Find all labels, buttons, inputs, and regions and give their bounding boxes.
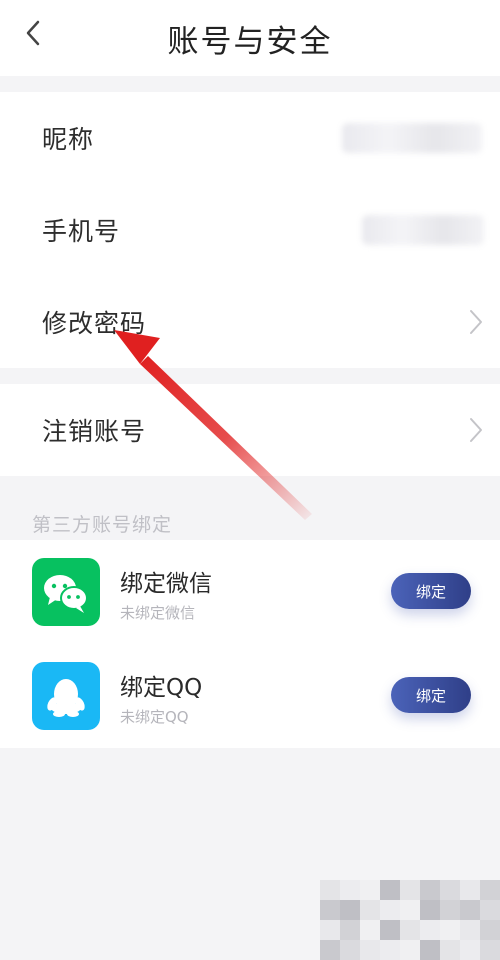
bind-qq-button[interactable]: 绑定 <box>391 677 471 713</box>
mosaic-cell <box>320 880 340 900</box>
mosaic-cell <box>420 940 440 960</box>
page-title: 账号与安全 <box>167 24 333 60</box>
top-bar: 账号与安全 <box>0 0 500 76</box>
wechat-icon <box>32 558 100 626</box>
mosaic-cell <box>460 900 480 920</box>
mosaic-cell <box>380 940 400 960</box>
mosaic-cell <box>480 920 500 940</box>
phone-value <box>362 215 484 245</box>
mosaic-cell <box>320 920 340 940</box>
mosaic-cell <box>440 940 460 960</box>
nickname-row[interactable]: 昵称 <box>0 92 500 184</box>
mosaic-cell <box>460 940 480 960</box>
mosaic-cell <box>460 880 480 900</box>
change-password-label: 修改密码 <box>42 309 147 338</box>
third-party-section-label: 第三方账号绑定 <box>32 514 173 536</box>
qq-bind-item: 绑定QQ 未绑定QQ 绑定 <box>0 644 500 748</box>
chevron-right-icon <box>470 310 482 334</box>
mosaic-cell <box>340 920 360 940</box>
nickname-label: 昵称 <box>42 125 95 154</box>
mosaic-cell <box>400 880 420 900</box>
mosaic-cell <box>440 880 460 900</box>
mosaic-cell <box>320 900 340 920</box>
deactivate-account-row[interactable]: 注销账号 <box>0 384 500 476</box>
mosaic-cell <box>480 880 500 900</box>
mosaic-cell <box>460 920 480 940</box>
mosaic-cell <box>360 940 380 960</box>
mosaic-cell <box>480 900 500 920</box>
mosaic-cell <box>420 900 440 920</box>
mosaic-cell <box>360 880 380 900</box>
mosaic-cell <box>440 920 460 940</box>
pixelated-watermark <box>320 880 500 960</box>
deactivate-account-label: 注销账号 <box>42 417 147 446</box>
mosaic-cell <box>320 940 340 960</box>
mosaic-cell <box>340 940 360 960</box>
mosaic-cell <box>480 940 500 960</box>
mosaic-cell <box>400 900 420 920</box>
mosaic-cell <box>360 900 380 920</box>
mosaic-cell <box>380 880 400 900</box>
phone-row[interactable]: 手机号 <box>0 184 500 276</box>
third-party-card: 绑定微信 未绑定微信 绑定 绑定QQ 未绑定QQ 绑定 <box>0 540 500 748</box>
qq-bind-title: 绑定QQ <box>120 675 203 701</box>
nickname-value <box>342 123 482 153</box>
wechat-bind-title: 绑定微信 <box>120 571 212 597</box>
mosaic-cell <box>400 940 420 960</box>
phone-label: 手机号 <box>42 217 121 246</box>
wechat-bind-item: 绑定微信 未绑定微信 绑定 <box>0 540 500 644</box>
chevron-right-icon <box>470 418 482 442</box>
deactivate-card: 注销账号 <box>0 384 500 476</box>
wechat-bind-status: 未绑定微信 <box>120 604 196 622</box>
mosaic-cell <box>400 920 420 940</box>
mosaic-cell <box>360 920 380 940</box>
change-password-row[interactable]: 修改密码 <box>0 276 500 368</box>
mosaic-cell <box>420 920 440 940</box>
mosaic-cell <box>380 900 400 920</box>
mosaic-cell <box>420 880 440 900</box>
qq-icon <box>32 662 100 730</box>
qq-bind-status: 未绑定QQ <box>120 708 189 726</box>
mosaic-cell <box>340 900 360 920</box>
account-card: 昵称 手机号 修改密码 <box>0 92 500 368</box>
bind-wechat-button[interactable]: 绑定 <box>391 573 471 609</box>
mosaic-cell <box>440 900 460 920</box>
mosaic-cell <box>380 920 400 940</box>
mosaic-cell <box>340 880 360 900</box>
